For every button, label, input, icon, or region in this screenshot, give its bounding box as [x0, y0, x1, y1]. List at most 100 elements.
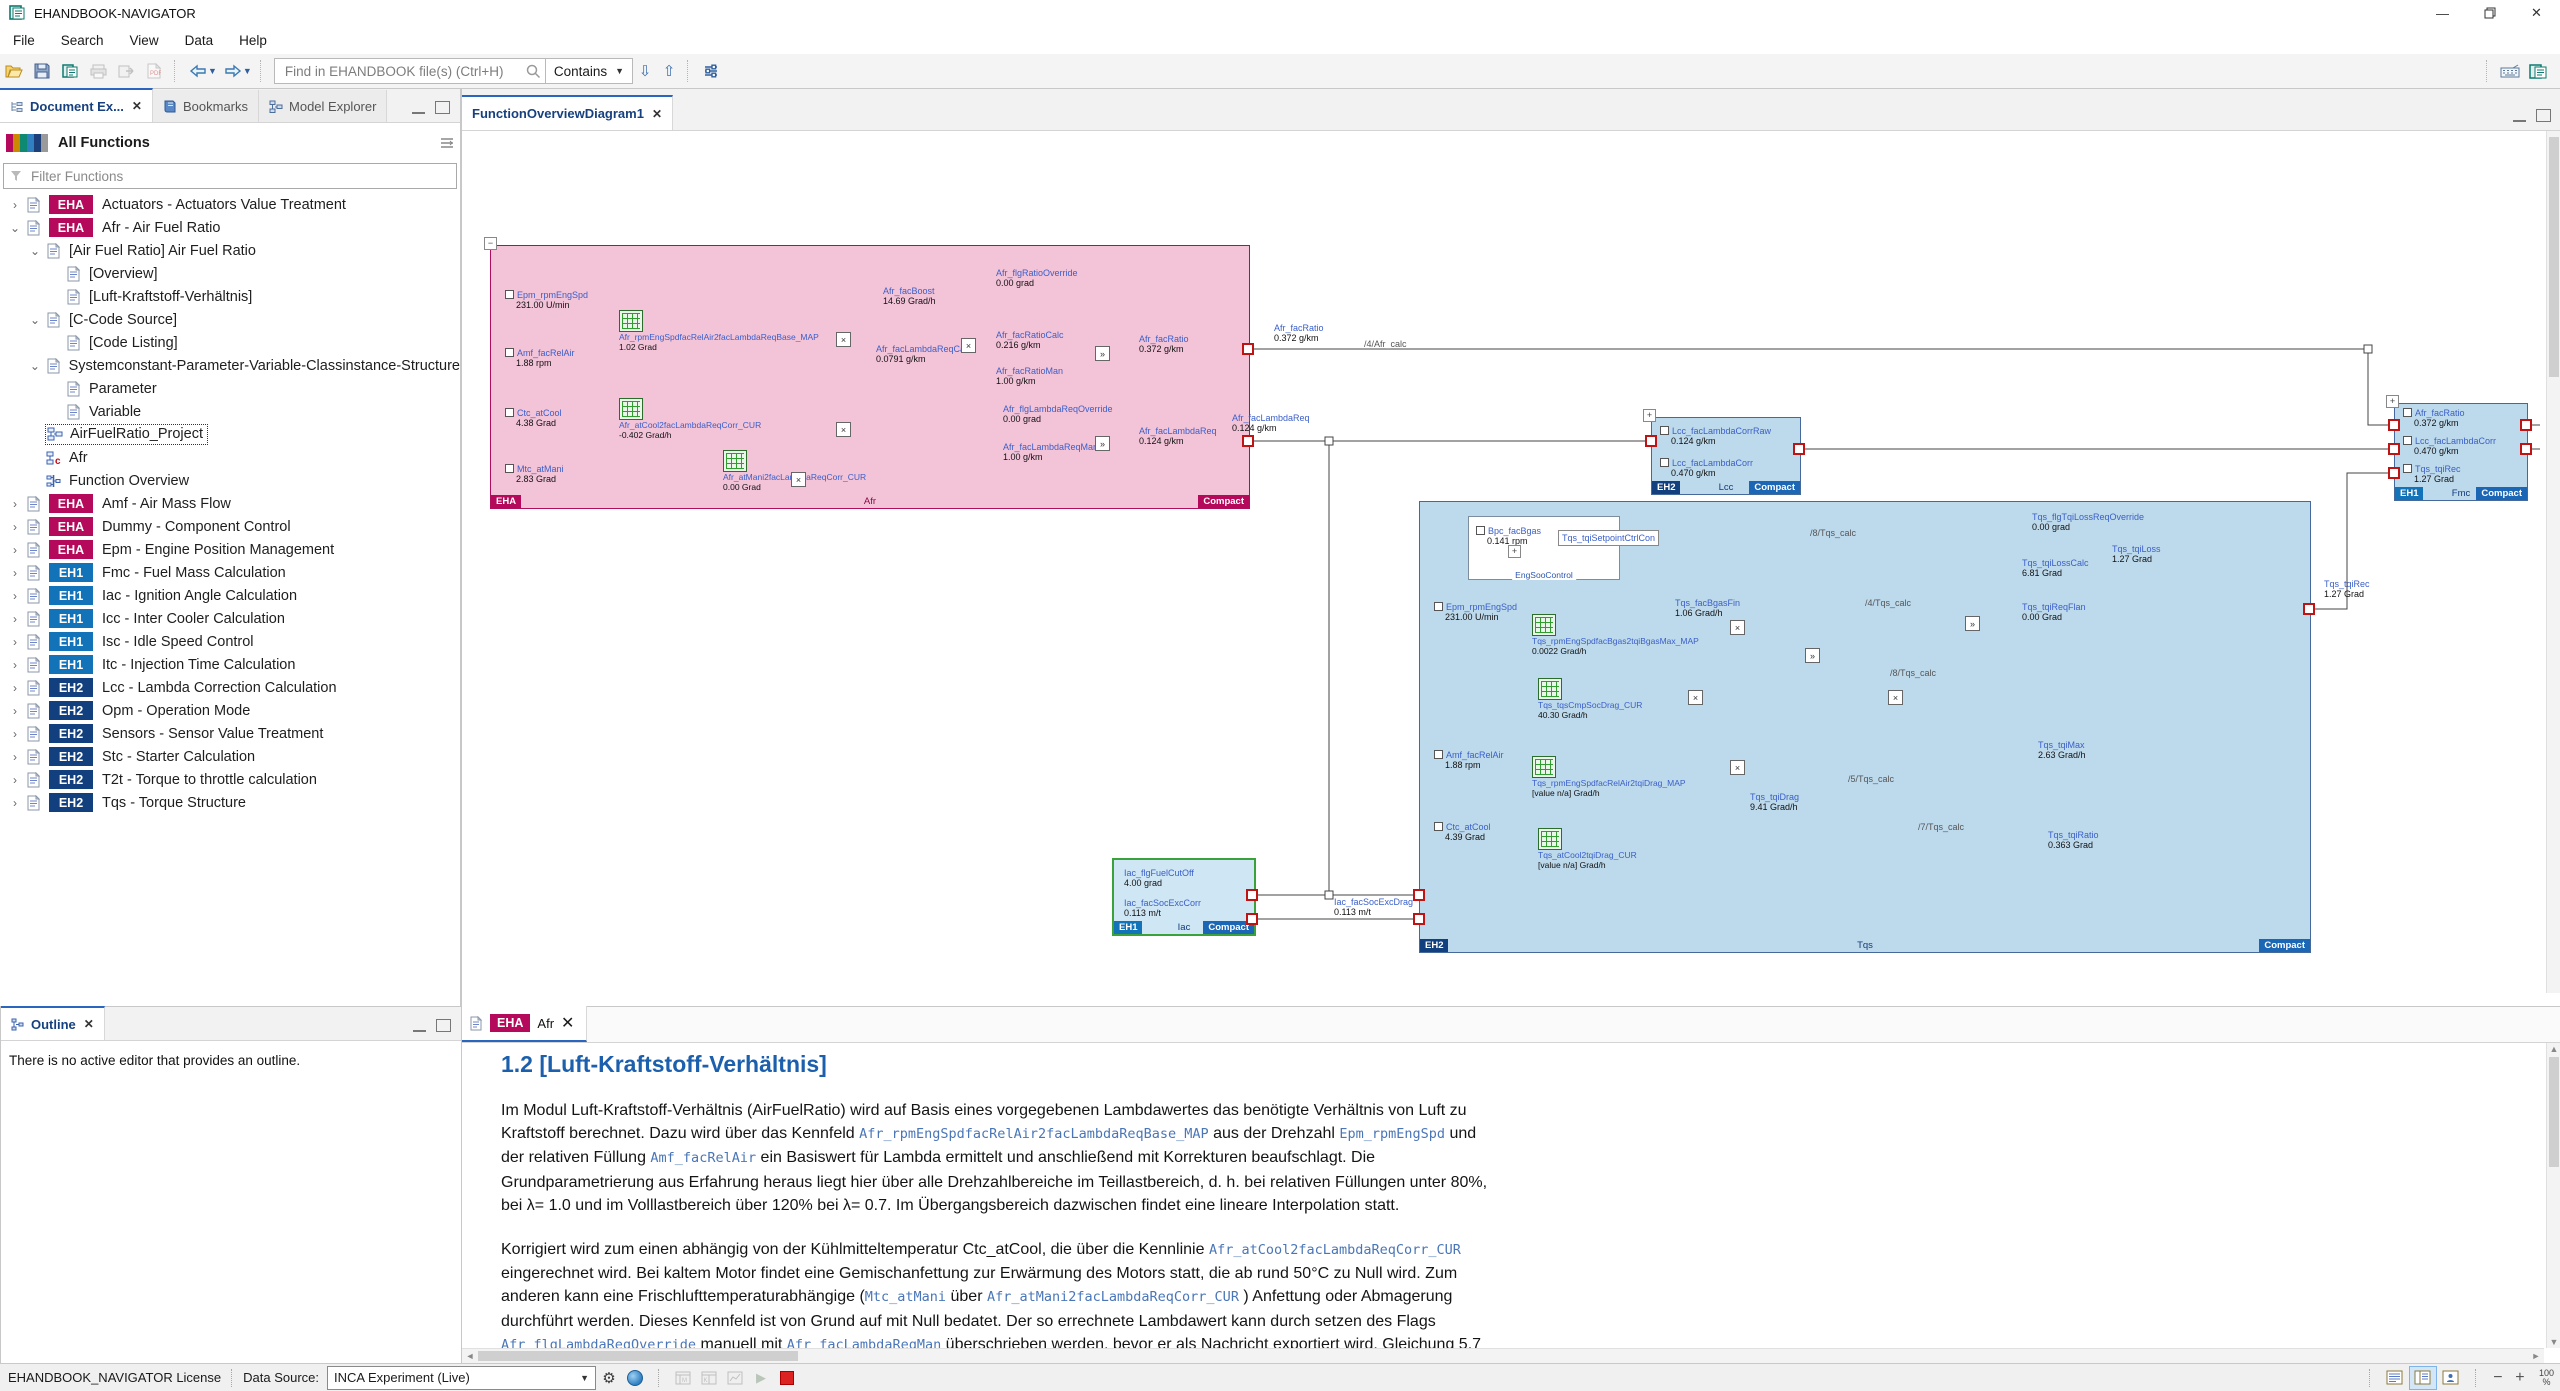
expand-block-button[interactable]: +: [2386, 395, 2399, 408]
search-next-button[interactable]: ⇩: [633, 62, 657, 80]
map-block-Tqs_tqsCmpSocDrag_CUR[interactable]: Tqs_tqsCmpSocDrag_CUR40.30 Grad/h: [1538, 678, 1642, 720]
afr-node-Ctc_atCool[interactable]: Ctc_atCool4.38 Grad: [505, 408, 562, 428]
calibration-window-icon[interactable]: K: [696, 1367, 722, 1389]
chevron-collapsed-icon[interactable]: ›: [8, 773, 22, 787]
operator-block[interactable]: ×: [1730, 620, 1745, 635]
tree-item-afr[interactable]: cAfr: [0, 446, 460, 469]
expand-block-button[interactable]: +: [1643, 409, 1656, 422]
lcc-node-Lcc_facLambdaCorr[interactable]: Lcc_facLambdaCorr0.470 g/km: [1660, 458, 1753, 478]
tqs-node-Ctc_atCool[interactable]: Ctc_atCool4.39 Grad: [1434, 822, 1491, 842]
tqs-node-Tqs_tqiRatio[interactable]: Tqs_tqiRatio0.363 Grad: [2048, 830, 2099, 850]
minimize-button[interactable]: —: [2419, 0, 2466, 26]
diagram-block-afr[interactable]: Epm_rpmEngSpd231.00 U/minAmf_facRelAir1.…: [490, 245, 1250, 509]
afr-node-Afr_facRatio[interactable]: Afr_facRatio0.372 g/km: [1139, 334, 1189, 354]
parameter-link[interactable]: Afr_flgLambdaReqOverride: [501, 1337, 696, 1348]
parameter-link[interactable]: Afr_atCool2facLambdaReqCorr_CUR: [1209, 1242, 1461, 1258]
afr-node-Afr_flgRatioOverride[interactable]: Afr_flgRatioOverride0.00 grad: [996, 268, 1078, 288]
chevron-collapsed-icon[interactable]: ›: [8, 612, 22, 626]
operator-block[interactable]: »: [1805, 648, 1820, 663]
tqs-node-Tqs_tqiReqFlan[interactable]: Tqs_tqiReqFlan0.00 Grad: [2022, 602, 2086, 622]
iac-node-Iac_facSocExcCorr[interactable]: Iac_facSocExcCorr0.113 m/t: [1124, 898, 1201, 918]
collapse-block-button[interactable]: −: [484, 237, 497, 250]
tree-item--c-code-source-[interactable]: ⌄[C-Code Source]: [0, 308, 460, 331]
pdf-export-button[interactable]: PDF: [140, 58, 168, 84]
chevron-collapsed-icon[interactable]: ›: [8, 727, 22, 741]
chevron-collapsed-icon[interactable]: ›: [8, 198, 22, 212]
menu-data[interactable]: Data: [172, 33, 227, 48]
filter-functions-input[interactable]: [29, 168, 450, 185]
menu-search[interactable]: Search: [48, 33, 117, 48]
tree-item--air-fuel-ratio-air-fuel-ratio[interactable]: ⌄[Air Fuel Ratio] Air Fuel Ratio: [0, 239, 460, 262]
tab-document-explorer[interactable]: Document Ex... ✕: [0, 88, 153, 122]
restore-button[interactable]: [2466, 0, 2513, 26]
tqs-node-Tqs_tqiLoss[interactable]: Tqs_tqiLoss1.27 Grad: [2112, 544, 2161, 564]
start-measurement-icon[interactable]: ▶: [748, 1367, 774, 1389]
lcc-node-Lcc_facLambdaCorrRaw[interactable]: Lcc_facLambdaCorrRaw0.124 g/km: [1660, 426, 1771, 446]
tree-item-tqs-torque-structure[interactable]: ›EH2Tqs - Torque Structure: [0, 791, 460, 814]
minimize-view-icon[interactable]: [412, 109, 425, 114]
layout-split-view-button[interactable]: [2409, 1366, 2437, 1390]
parameter-link[interactable]: Afr_rpmEngSpdfacRelAir2facLambdaReqBase_…: [859, 1126, 1209, 1142]
diagram-block-lcc[interactable]: Lcc_facLambdaCorrRaw0.124 g/km Lcc_facLam…: [1651, 417, 1801, 495]
parameter-link[interactable]: Epm_rpmEngSpd: [1339, 1126, 1445, 1142]
search-mode-dropdown[interactable]: Contains ▼: [546, 58, 633, 84]
operator-block[interactable]: ×: [1888, 690, 1903, 705]
minimize-view-icon[interactable]: [413, 1027, 426, 1032]
tree-item-actuators-actuators-value-treatment[interactable]: ›EHAActuators - Actuators Value Treatmen…: [0, 193, 460, 216]
tree-item-lcc-lambda-correction-calculation[interactable]: ›EH2Lcc - Lambda Correction Calculation: [0, 676, 460, 699]
afr-node-Afr_facLambdaReq[interactable]: Afr_facLambdaReq0.124 g/km: [1139, 426, 1217, 446]
map-block-Tqs_rpmEngSpdfacBgas2tqiBgasMax_MAP[interactable]: Tqs_rpmEngSpdfacBgas2tqiBgasMax_MAP0.002…: [1532, 614, 1699, 656]
map-block-Afr_atCool2facLambdaReqCorr_CUR[interactable]: Afr_atCool2facLambdaReqCorr_CUR-0.402 Gr…: [619, 398, 761, 440]
tree-item-icc-inter-cooler-calculation[interactable]: ›EH1Icc - Inter Cooler Calculation: [0, 607, 460, 630]
tqs-node-Tqs_flgTqiLossReqOverride[interactable]: Tqs_flgTqiLossReqOverride0.00 grad: [2032, 512, 2144, 532]
operator-block[interactable]: ×: [836, 422, 851, 437]
measure-window-icon[interactable]: M: [670, 1367, 696, 1389]
operator-block[interactable]: ×: [791, 472, 806, 487]
afr-node-Mtc_atMani[interactable]: Mtc_atMani2.83 Grad: [505, 464, 564, 484]
tree-item--code-listing-[interactable]: [Code Listing]: [0, 331, 460, 354]
operator-block[interactable]: ×: [961, 338, 976, 353]
view-menu-icon[interactable]: [440, 137, 454, 149]
maximize-view-icon[interactable]: [436, 1019, 451, 1032]
maximize-view-icon[interactable]: [435, 101, 450, 114]
experiment-view-icon[interactable]: [722, 1367, 748, 1389]
operator-block[interactable]: ×: [836, 332, 851, 347]
operator-block[interactable]: ×: [1730, 760, 1745, 775]
chevron-expanded-icon[interactable]: ⌄: [28, 359, 42, 373]
close-button[interactable]: ✕: [2513, 0, 2560, 26]
tree-item-epm-engine-position-management[interactable]: ›EHAEpm - Engine Position Management: [0, 538, 460, 561]
close-icon[interactable]: ✕: [132, 99, 142, 113]
chevron-expanded-icon[interactable]: ⌄: [8, 221, 22, 235]
maximize-view-icon[interactable]: [2536, 109, 2551, 122]
layout-document-only-button[interactable]: [2381, 1366, 2409, 1390]
global-search-box[interactable]: [274, 58, 546, 84]
afr-node-Afr_facRatioCalc[interactable]: Afr_facRatioCalc0.216 g/km: [996, 330, 1064, 350]
filter-functions-box[interactable]: [3, 163, 457, 189]
operator-block[interactable]: ×: [1688, 690, 1703, 705]
tree-item-sensors-sensor-value-treatment[interactable]: ›EH2Sensors - Sensor Value Treatment: [0, 722, 460, 745]
open-file-button[interactable]: [0, 58, 28, 84]
layout-presentation-button[interactable]: [2437, 1366, 2465, 1390]
global-search-input[interactable]: [283, 63, 526, 80]
chevron-collapsed-icon[interactable]: ›: [8, 796, 22, 810]
tab-function-overview-diagram[interactable]: FunctionOverviewDiagram1 ✕: [462, 95, 673, 130]
chevron-collapsed-icon[interactable]: ›: [8, 543, 22, 557]
map-block-Tqs_atCool2tqiDrag_CUR[interactable]: Tqs_atCool2tqiDrag_CUR[value n/a] Grad/h: [1538, 828, 1637, 870]
close-icon[interactable]: ✕: [561, 1013, 574, 1033]
stop-measurement-icon[interactable]: [774, 1367, 800, 1389]
menu-help[interactable]: Help: [226, 33, 280, 48]
data-source-dropdown[interactable]: INCA Experiment (Live) ▼: [327, 1366, 596, 1390]
tree-item--luft-kraftstoff-verh-ltnis-[interactable]: [Luft-Kraftstoff-Verhältnis]: [0, 285, 460, 308]
fmc-node-Lcc_facLambdaCorr[interactable]: Lcc_facLambdaCorr0.470 g/km: [2403, 436, 2496, 456]
chevron-collapsed-icon[interactable]: ›: [8, 566, 22, 580]
afr-node-Afr_flgLambdaReqOverride[interactable]: Afr_flgLambdaReqOverride0.00 grad: [1003, 404, 1113, 424]
afr-node-Epm_rpmEngSpd[interactable]: Epm_rpmEngSpd231.00 U/min: [505, 290, 588, 310]
document-horizontal-scrollbar[interactable]: ◄ ►: [462, 1348, 2544, 1363]
afr-node-Afr_facRatioMan[interactable]: Afr_facRatioMan1.00 g/km: [996, 366, 1063, 386]
parameter-link[interactable]: Afr_facLambdaReqMan: [787, 1337, 941, 1348]
forward-history-caret[interactable]: ▼: [243, 66, 252, 76]
chevron-collapsed-icon[interactable]: ›: [8, 520, 22, 534]
export-button[interactable]: [112, 58, 140, 84]
afr-node-Afr_facLambdaReqMan[interactable]: Afr_facLambdaReqMan1.00 g/km: [1003, 442, 1098, 462]
diagram-block-iac[interactable]: Iac_flgFuelCutOff4.00 gradIac_facSocExcC…: [1112, 858, 1256, 936]
